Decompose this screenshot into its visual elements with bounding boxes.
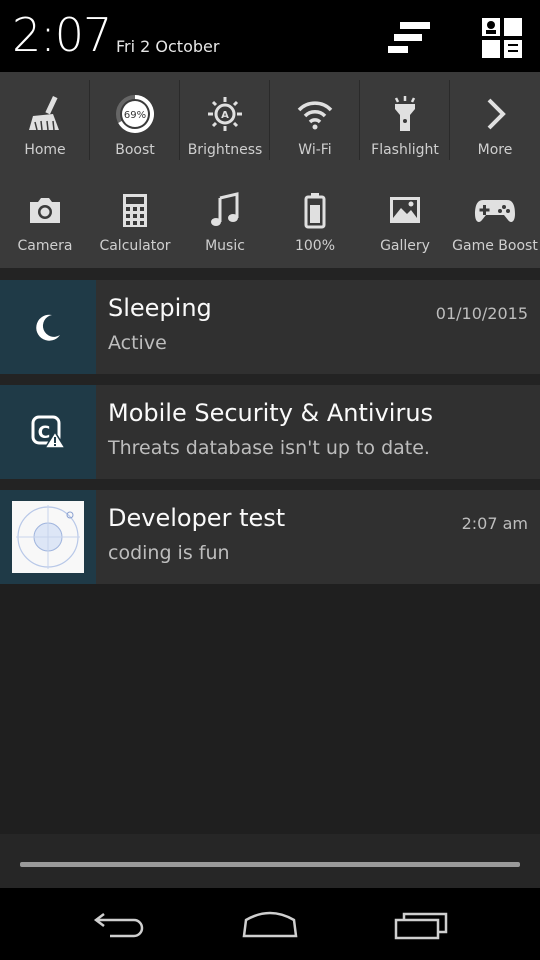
security-warning-icon: C <box>31 415 67 449</box>
qs-tile-flashlight[interactable]: Flashlight <box>360 76 450 172</box>
wifi-icon <box>285 92 345 136</box>
back-arrow-icon <box>93 913 144 938</box>
notification-icon-box <box>0 490 96 584</box>
shade-drag-handle[interactable] <box>20 862 520 867</box>
quick-settings-row-1: Home 69% Boost A Brightness Wi-Fi Flashl… <box>0 76 540 172</box>
notification-title: Sleeping <box>108 294 212 322</box>
qs-label-brightness: Brightness <box>187 142 263 158</box>
qs-label-game-boost: Game Boost <box>452 238 538 254</box>
notification-developer-test[interactable]: Developer test coding is fun 2:07 am <box>0 490 540 584</box>
notification-text: coding is fun <box>108 542 230 564</box>
notification-sleeping[interactable]: Sleeping Active 01/10/2015 <box>0 280 540 374</box>
qs-label-flashlight: Flashlight <box>371 142 439 158</box>
notification-text: Active <box>108 332 167 354</box>
qs-tile-gallery[interactable]: Gallery <box>360 172 450 268</box>
qs-tile-camera[interactable]: Camera <box>0 172 90 268</box>
qs-label-wifi: Wi-Fi <box>298 142 332 158</box>
svg-text:C: C <box>38 423 50 443</box>
qs-tile-boost[interactable]: 69% Boost <box>90 76 180 172</box>
qs-label-gallery: Gallery <box>380 238 430 254</box>
qs-tile-game-boost[interactable]: Game Boost <box>450 172 540 268</box>
quick-settings-grid-icon <box>482 18 522 58</box>
notification-time: 01/10/2015 <box>435 304 528 323</box>
qs-tile-more[interactable]: More <box>450 76 540 172</box>
app-thumbnail-icon <box>12 501 84 573</box>
qs-label-home: Home <box>24 142 66 158</box>
notification-time: 2:07 am <box>461 514 528 533</box>
flashlight-icon <box>375 92 435 136</box>
qs-tile-brightness[interactable]: A Brightness <box>180 76 270 172</box>
qs-tile-music[interactable]: Music <box>180 172 270 268</box>
svg-text:A: A <box>221 110 229 121</box>
recent-apps-button[interactable] <box>382 898 462 950</box>
qs-label-camera: Camera <box>17 238 73 254</box>
gamepad-icon <box>465 188 525 232</box>
shade-handle-area[interactable] <box>0 834 540 888</box>
music-note-icon <box>195 188 255 232</box>
qs-tile-home[interactable]: Home <box>0 76 90 172</box>
clear-notifications-button[interactable] <box>384 14 432 62</box>
notification-mobile-security[interactable]: C Mobile Security & Antivirus Threats da… <box>0 385 540 479</box>
gallery-icon <box>375 188 435 232</box>
quick-settings-toggle-button[interactable] <box>478 14 526 62</box>
notification-title: Mobile Security & Antivirus <box>108 399 434 427</box>
notification-icon-box: C <box>0 385 96 479</box>
moon-icon <box>36 314 60 341</box>
qs-tile-battery[interactable]: 100% <box>270 172 360 268</box>
sort-lines-icon <box>388 22 430 53</box>
navigation-bar <box>0 888 540 960</box>
qs-label-battery: 100% <box>294 238 336 254</box>
home-button[interactable] <box>230 898 310 950</box>
home-shape-icon <box>242 911 298 938</box>
qs-label-music: Music <box>205 238 245 254</box>
quick-settings-panel: Home 69% Boost A Brightness Wi-Fi Flashl… <box>0 72 540 268</box>
boost-gauge-icon: 69% <box>105 92 165 136</box>
back-button[interactable] <box>80 898 160 950</box>
broom-icon <box>15 92 75 136</box>
date: Fri 2 October <box>116 37 220 56</box>
clock: 2:07 <box>12 8 112 62</box>
notification-title: Developer test <box>108 504 286 532</box>
camera-icon <box>15 188 75 232</box>
brightness-auto-icon: A <box>195 92 255 136</box>
calculator-icon <box>105 188 165 232</box>
recent-apps-icon <box>394 912 448 940</box>
notification-text: Threats database isn't up to date. <box>108 437 430 459</box>
status-header: 2:07 Fri 2 October <box>0 0 540 72</box>
qs-label-boost: Boost <box>115 142 155 158</box>
chevron-right-icon <box>465 92 525 136</box>
qs-tile-calculator[interactable]: Calculator <box>90 172 180 268</box>
empty-notification-area <box>0 584 540 834</box>
qs-label-more: More <box>477 142 513 158</box>
notification-icon-box <box>0 280 96 374</box>
qs-label-calculator: Calculator <box>99 238 171 254</box>
quick-settings-row-2: Camera Calculator Music 100% Gallery Gam… <box>0 172 540 268</box>
boost-value: 69% <box>124 110 146 121</box>
qs-tile-wifi[interactable]: Wi-Fi <box>270 76 360 172</box>
battery-icon <box>285 188 345 232</box>
